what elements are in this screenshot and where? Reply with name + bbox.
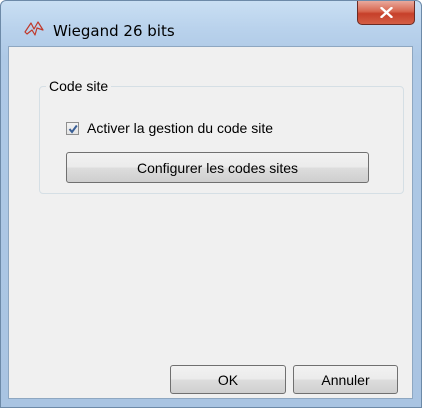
- configure-site-codes-button[interactable]: Configurer les codes sites: [66, 152, 369, 183]
- cancel-button[interactable]: Annuler: [293, 365, 398, 394]
- activate-code-site-checkbox[interactable]: [66, 121, 79, 135]
- check-mark-icon: [68, 124, 78, 134]
- wiegand-app-icon: [23, 20, 45, 38]
- activate-code-site-checkbox-row[interactable]: Activer la gestion du code site: [66, 119, 273, 137]
- group-legend: Code site: [46, 78, 112, 94]
- ok-button[interactable]: OK: [170, 365, 286, 394]
- activate-code-site-label: Activer la gestion du code site: [87, 120, 273, 136]
- close-button[interactable]: [357, 1, 415, 25]
- title-bar[interactable]: Wiegand 26 bits: [1, 1, 421, 47]
- window-title: Wiegand 26 bits: [53, 22, 175, 40]
